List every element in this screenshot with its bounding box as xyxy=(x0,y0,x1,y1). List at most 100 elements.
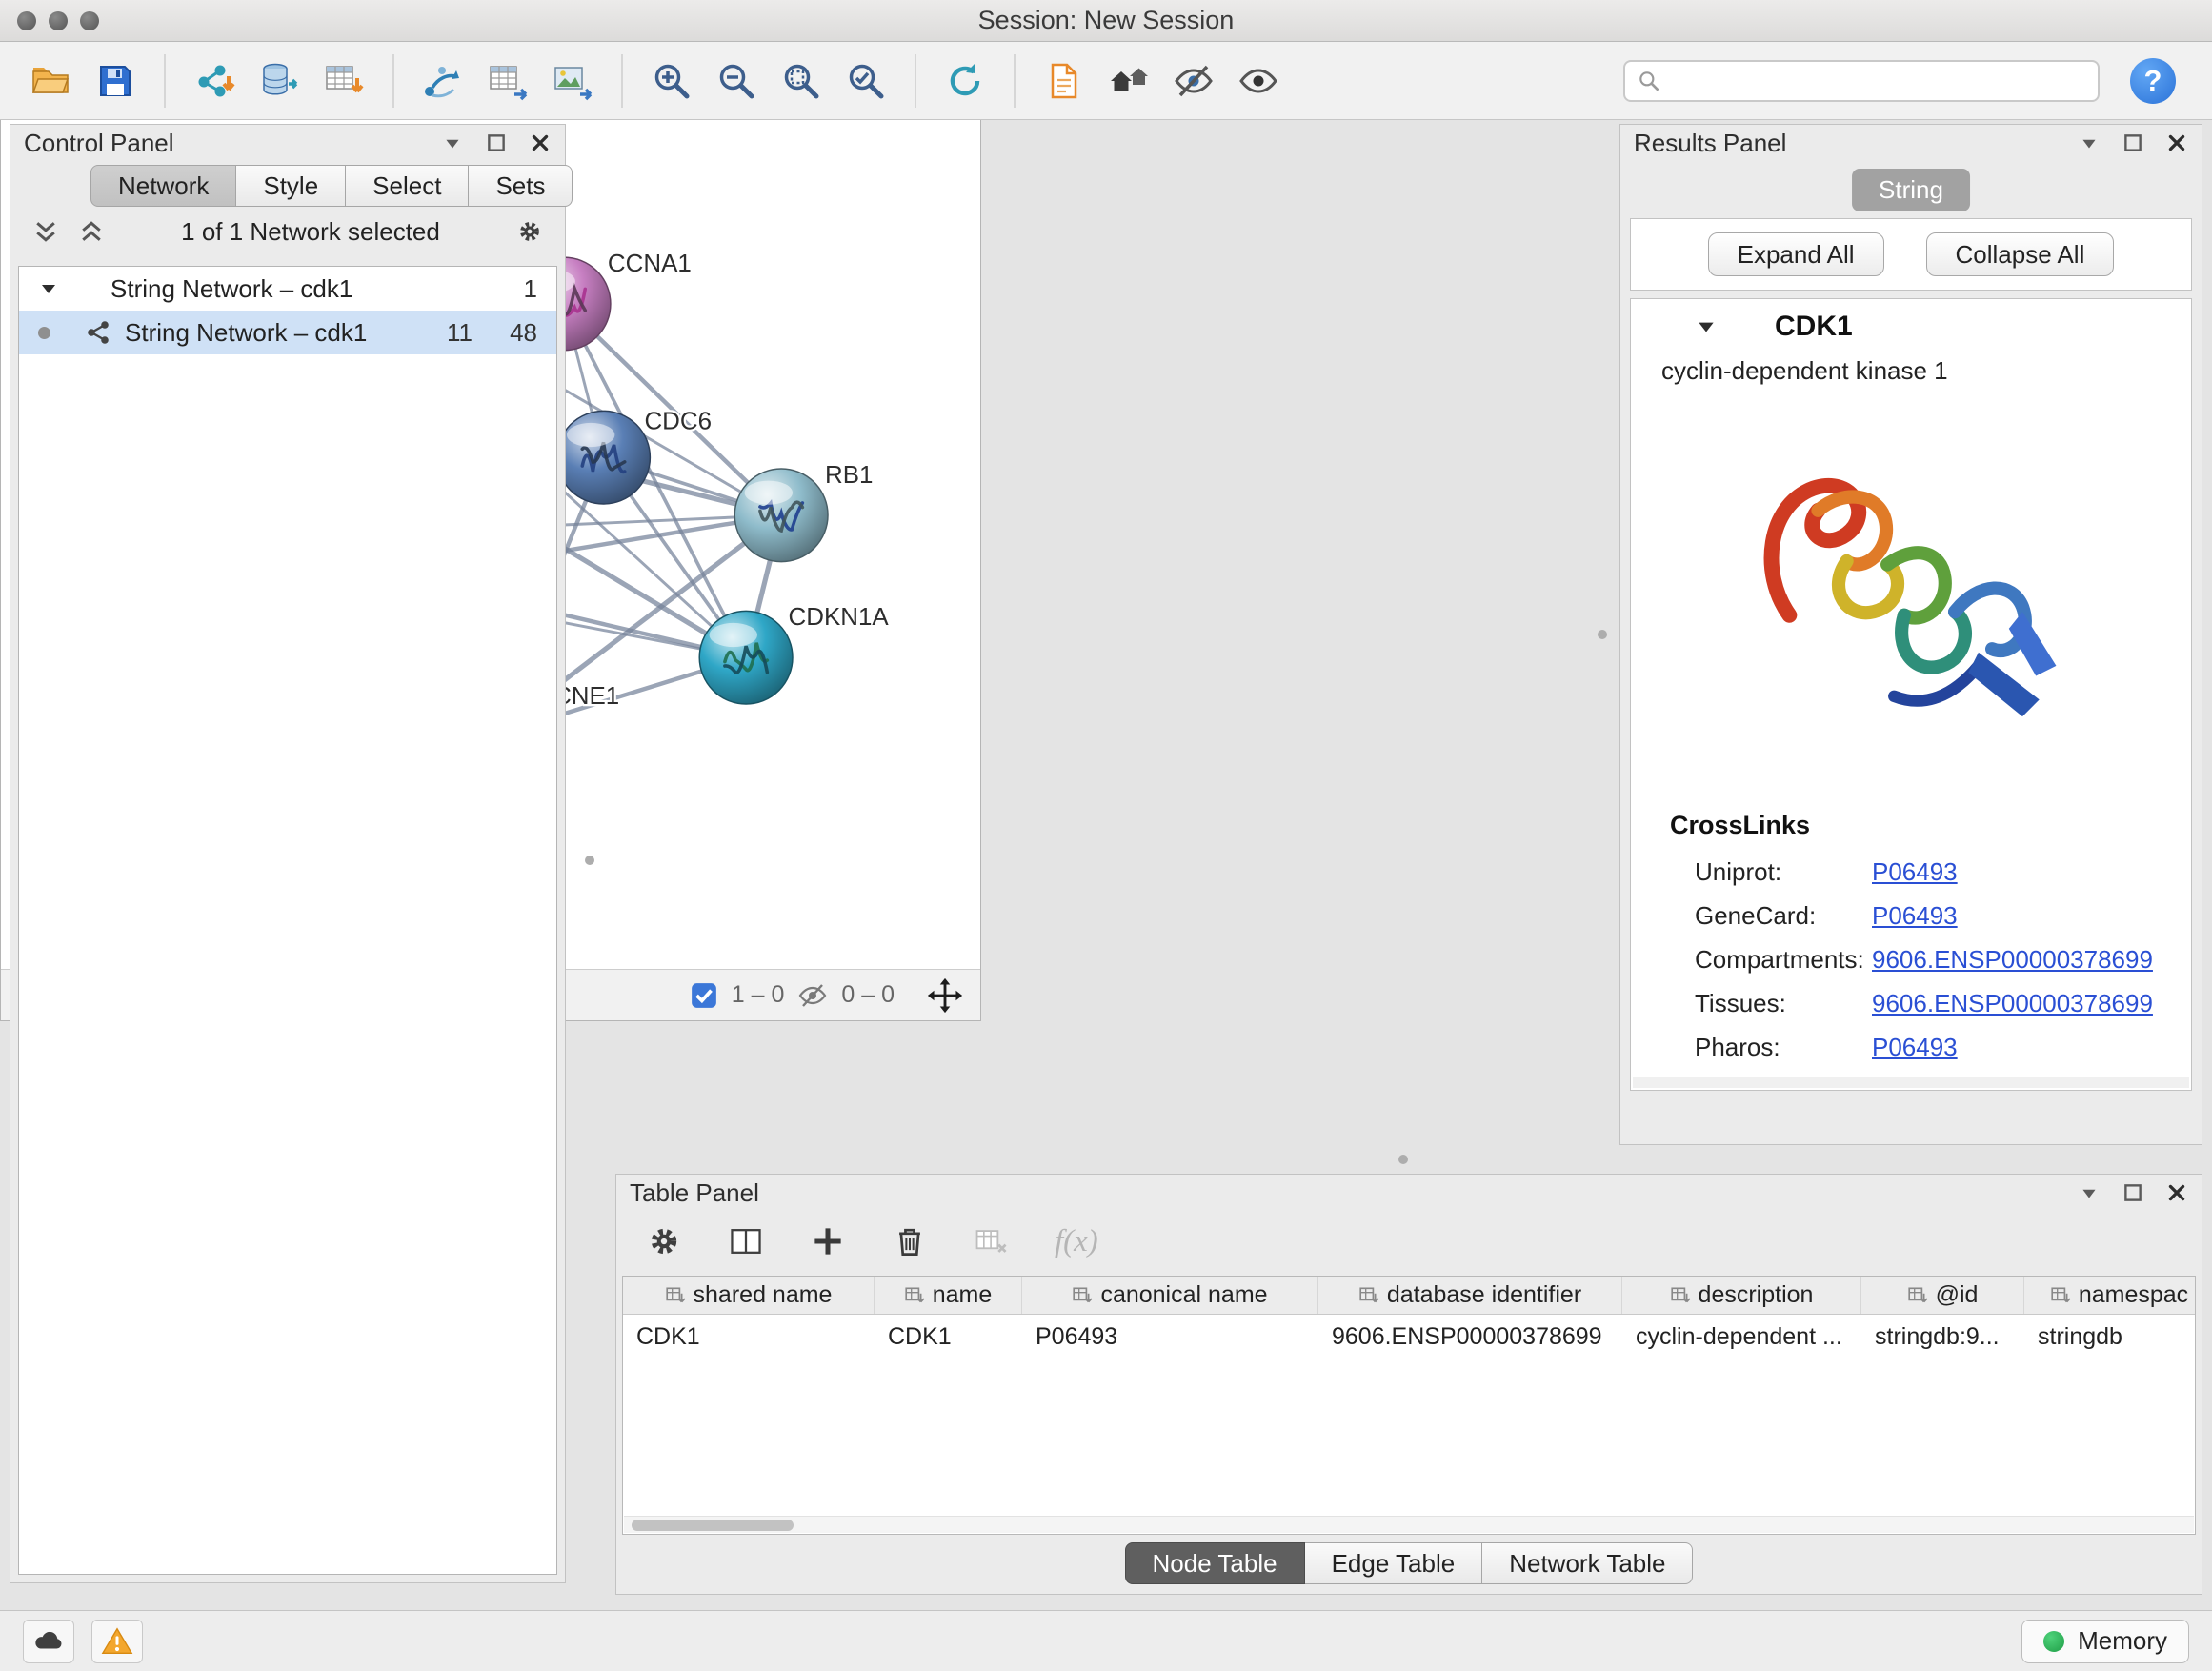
cloud-button[interactable] xyxy=(23,1620,74,1663)
collapse-section-icon[interactable] xyxy=(1695,315,1718,338)
column-header-namespac[interactable]: namespac xyxy=(2024,1277,2196,1314)
node-table-header: shared namenamecanonical namedatabase id… xyxy=(623,1277,2195,1315)
window-close-button[interactable] xyxy=(17,11,36,30)
search-input[interactable] xyxy=(1669,67,2086,94)
document-button[interactable] xyxy=(1036,51,1092,111)
export-image-button[interactable] xyxy=(545,51,600,111)
table-toolbar: f(x) xyxy=(616,1211,2202,1272)
hidden-eye-slash-icon[interactable] xyxy=(797,980,828,1011)
zoom-in-button[interactable] xyxy=(644,51,699,111)
results-scrollbar[interactable] xyxy=(1633,1077,2189,1088)
tree-expand-icon[interactable] xyxy=(38,278,59,299)
column-header-name[interactable]: name xyxy=(875,1277,1022,1314)
vertical-splitter-handle[interactable] xyxy=(1598,630,1607,639)
tab-edge-table[interactable]: Edge Table xyxy=(1305,1542,1483,1584)
export-table-button[interactable] xyxy=(480,51,535,111)
memory-button[interactable]: Memory xyxy=(2021,1620,2189,1663)
network-share-icon xyxy=(85,319,111,346)
pan-move-icon[interactable] xyxy=(925,976,965,1016)
hide-graphics-button[interactable] xyxy=(1166,51,1221,111)
network-selection-status: 1 of 1 Network selected xyxy=(123,217,498,247)
scrollbar-thumb[interactable] xyxy=(632,1520,794,1531)
tab-style[interactable]: Style xyxy=(236,165,346,207)
zoom-selected-button[interactable] xyxy=(838,51,894,111)
window-zoom-button[interactable] xyxy=(80,11,99,30)
network-edge-count: 48 xyxy=(486,318,537,348)
network-arrow-icon xyxy=(421,59,465,103)
expand-all-button[interactable]: Expand All xyxy=(1708,232,1884,276)
document-icon xyxy=(1042,59,1086,103)
maximize-panel-icon[interactable] xyxy=(2122,1181,2144,1204)
network-node-cdkn1a[interactable] xyxy=(699,611,793,704)
window-minimize-button[interactable] xyxy=(49,11,68,30)
crosslink-label: Compartments: xyxy=(1695,945,1872,975)
show-graphics-button[interactable] xyxy=(1231,51,1286,111)
column-header-database-identifier[interactable]: database identifier xyxy=(1318,1277,1622,1314)
delete-column-icon[interactable] xyxy=(891,1222,929,1260)
table-settings-gear-icon[interactable] xyxy=(645,1222,683,1260)
float-panel-icon[interactable] xyxy=(2078,1181,2101,1204)
status-bar: Memory xyxy=(0,1610,2212,1671)
close-panel-icon[interactable] xyxy=(529,131,552,154)
toolbar-separator xyxy=(915,54,916,108)
vertical-splitter-handle[interactable] xyxy=(585,856,594,865)
crosslink-value-link[interactable]: P06493 xyxy=(1872,901,1958,931)
warnings-button[interactable] xyxy=(91,1620,143,1663)
tab-sets[interactable]: Sets xyxy=(469,165,573,207)
table-row[interactable]: CDK1CDK1P064939606.ENSP00000378699cyclin… xyxy=(623,1315,2195,1357)
column-header--id[interactable]: @id xyxy=(1861,1277,2024,1314)
network-node-cdc6[interactable] xyxy=(557,411,651,504)
table-panel: Table Panel f(x) shared namenamecanonica… xyxy=(615,1174,2202,1595)
network-options-gear-icon[interactable] xyxy=(515,217,544,246)
zoom-fit-button[interactable] xyxy=(774,51,829,111)
float-panel-icon[interactable] xyxy=(2078,131,2101,154)
close-panel-icon[interactable] xyxy=(2165,1181,2188,1204)
network-row[interactable]: String Network – cdk1 11 48 xyxy=(19,311,556,354)
collapse-all-icon[interactable] xyxy=(31,217,60,246)
maximize-panel-icon[interactable] xyxy=(2122,131,2144,154)
column-sort-icon xyxy=(904,1285,925,1306)
crosslink-row: Tissues:9606.ENSP00000378699 xyxy=(1631,981,2191,1025)
crosslink-label: Tissues: xyxy=(1695,989,1872,1018)
crosslink-value-link[interactable]: P06493 xyxy=(1872,857,1958,887)
column-header-canonical-name[interactable]: canonical name xyxy=(1022,1277,1318,1314)
crosslink-value-link[interactable]: P06493 xyxy=(1872,1033,1958,1062)
zoom-out-button[interactable] xyxy=(709,51,764,111)
network-collection-row[interactable]: String Network – cdk1 1 xyxy=(19,267,556,311)
main-toolbar: ? xyxy=(0,42,2212,120)
import-network-file-button[interactable] xyxy=(187,51,242,111)
home-button[interactable] xyxy=(1101,51,1156,111)
expand-all-icon[interactable] xyxy=(77,217,106,246)
import-network-database-button[interactable] xyxy=(251,51,307,111)
tab-network-table[interactable]: Network Table xyxy=(1482,1542,1693,1584)
tab-network[interactable]: Network xyxy=(90,165,236,207)
open-session-button[interactable] xyxy=(23,51,78,111)
function-builder-icon: f(x) xyxy=(1055,1224,1098,1259)
table-cell: CDK1 xyxy=(623,1315,875,1357)
float-panel-icon[interactable] xyxy=(441,131,464,154)
help-button[interactable]: ? xyxy=(2130,58,2176,104)
selected-checkbox-icon[interactable] xyxy=(690,981,718,1010)
save-session-button[interactable] xyxy=(88,51,143,111)
split-columns-icon[interactable] xyxy=(727,1222,765,1260)
crosslink-value-link[interactable]: 9606.ENSP00000378699 xyxy=(1872,989,2153,1018)
crosslink-value-link[interactable]: 9606.ENSP00000378699 xyxy=(1872,945,2153,975)
collapse-all-button[interactable]: Collapse All xyxy=(1926,232,2115,276)
refresh-view-button[interactable] xyxy=(937,51,993,111)
maximize-panel-icon[interactable] xyxy=(485,131,508,154)
network-node-rb1[interactable] xyxy=(734,469,828,562)
horizontal-splitter-handle[interactable] xyxy=(1398,1155,1408,1164)
add-column-icon[interactable] xyxy=(809,1222,847,1260)
gene-card-header[interactable]: CDK1 xyxy=(1631,299,2191,354)
node-table: shared namenamecanonical namedatabase id… xyxy=(622,1276,2196,1535)
tab-node-table[interactable]: Node Table xyxy=(1125,1542,1305,1584)
import-table-button[interactable] xyxy=(316,51,372,111)
table-cell: cyclin-dependent ... xyxy=(1622,1315,1861,1357)
table-horizontal-scrollbar[interactable] xyxy=(624,1516,2194,1533)
tab-select[interactable]: Select xyxy=(346,165,469,207)
column-header-description[interactable]: description xyxy=(1622,1277,1861,1314)
tab-string[interactable]: String xyxy=(1852,169,1970,211)
new-network-from-selection-button[interactable] xyxy=(415,51,471,111)
close-panel-icon[interactable] xyxy=(2165,131,2188,154)
column-header-shared-name[interactable]: shared name xyxy=(623,1277,875,1314)
